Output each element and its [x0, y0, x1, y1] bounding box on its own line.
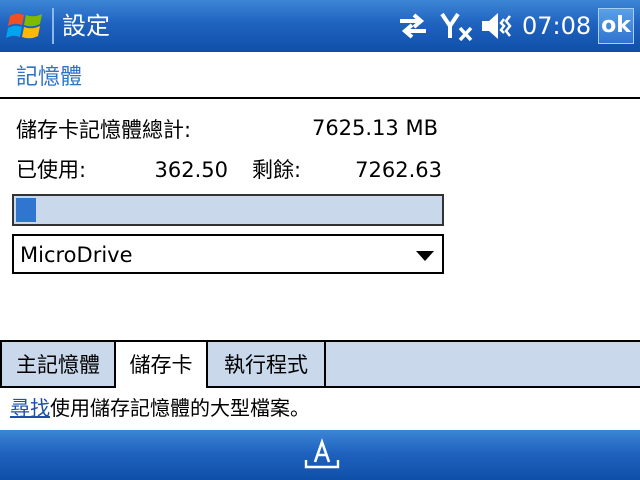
- total-memory-label: 儲存卡記憶體總計:: [16, 118, 192, 142]
- tab-storage-card[interactable]: 儲存卡: [114, 340, 208, 388]
- tab-main-memory[interactable]: 主記憶體: [0, 340, 116, 388]
- memory-usage-fill: [16, 198, 36, 222]
- title-divider: [52, 8, 54, 44]
- help-text: 尋找使用儲存記憶體的大型檔案。: [10, 394, 310, 422]
- memory-usage-bar: [12, 194, 444, 226]
- used-memory-value: 362.50: [154, 158, 228, 182]
- window-title: 設定: [62, 12, 110, 40]
- title-bar: 設定 07:08 ok: [0, 0, 640, 52]
- ok-button[interactable]: ok: [598, 8, 634, 44]
- page-title: 記憶體: [16, 65, 83, 90]
- start-menu-icon[interactable]: [6, 8, 46, 44]
- speaker-muted-icon[interactable]: [480, 10, 514, 42]
- header-divider: [0, 97, 640, 99]
- tab-bottom-border: [0, 386, 116, 388]
- tab-bottom-border: [206, 386, 640, 388]
- free-memory-value: 7262.63: [355, 158, 442, 182]
- input-panel-icon[interactable]: [304, 436, 340, 472]
- total-memory-value: 7625.13 MB: [311, 116, 438, 140]
- find-link[interactable]: 尋找: [10, 396, 50, 420]
- storage-card-select-value: MicroDrive: [20, 243, 133, 267]
- tab-running-programs[interactable]: 執行程式: [206, 340, 326, 388]
- used-memory-label: 已使用:: [16, 158, 87, 182]
- connectivity-icon[interactable]: [396, 10, 430, 42]
- free-memory-label: 剩餘:: [252, 158, 302, 182]
- help-description: 使用儲存記憶體的大型檔案。: [50, 396, 310, 420]
- no-signal-icon[interactable]: [440, 10, 474, 42]
- dropdown-arrow-icon: [416, 251, 434, 261]
- clock[interactable]: 07:08: [522, 11, 591, 41]
- storage-card-select[interactable]: MicroDrive: [12, 234, 444, 274]
